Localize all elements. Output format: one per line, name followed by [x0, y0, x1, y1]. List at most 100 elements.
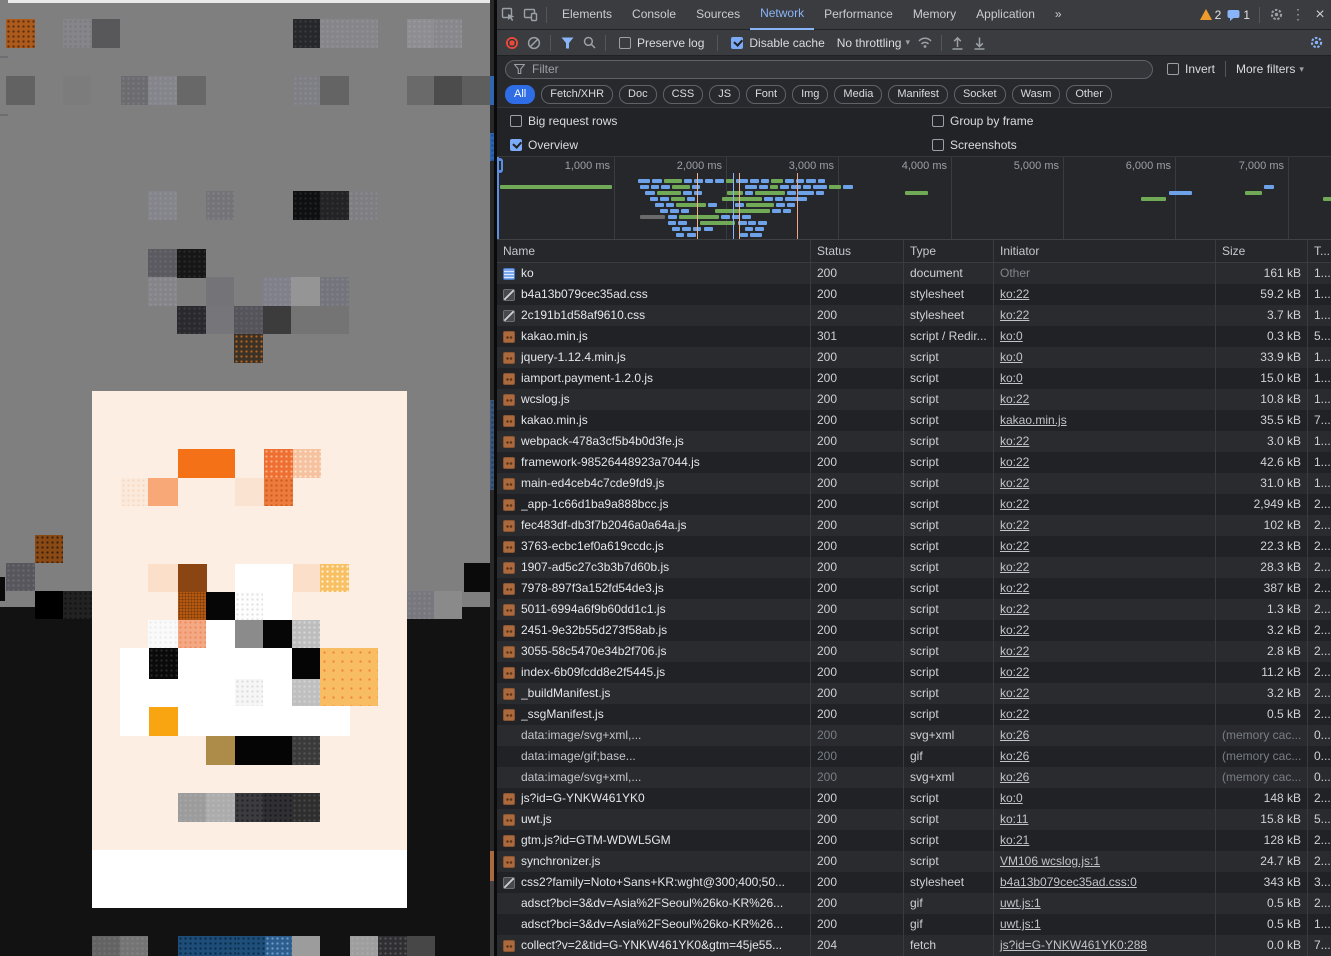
- network-overview-timeline[interactable]: 1,000 ms2,000 ms3,000 ms4,000 ms5,000 ms…: [497, 156, 1331, 240]
- network-conditions-icon[interactable]: [914, 32, 936, 54]
- request-row[interactable]: jquery-1.12.4.min.js200scriptko:033.9 kB…: [497, 347, 1331, 368]
- device-toolbar-icon[interactable]: [519, 4, 541, 26]
- request-row[interactable]: b4a13b079cec35ad.css200stylesheetko:2259…: [497, 284, 1331, 305]
- request-row[interactable]: index-6b09fcdd8e2f5445.js200scriptko:221…: [497, 662, 1331, 683]
- request-row[interactable]: wcslog.js200scriptko:2210.8 kB1...: [497, 389, 1331, 410]
- initiator-link[interactable]: ko:26: [1000, 728, 1029, 742]
- request-row[interactable]: uwt.js200scriptko:1115.8 kB5...: [497, 809, 1331, 830]
- tab-memory[interactable]: Memory: [903, 0, 966, 30]
- overview-checkbox[interactable]: Overview: [510, 137, 578, 153]
- request-row[interactable]: synchronizer.js200scriptVM106 wcslog.js:…: [497, 851, 1331, 872]
- initiator-link[interactable]: ko:26: [1000, 770, 1029, 784]
- initiator-link[interactable]: ko:22: [1000, 560, 1029, 574]
- initiator-link[interactable]: uwt.js:1: [1000, 917, 1041, 931]
- initiator-link[interactable]: VM106 wcslog.js:1: [1000, 854, 1100, 868]
- initiator-link[interactable]: ko:22: [1000, 602, 1029, 616]
- preserve-log-checkbox[interactable]: Preserve log: [619, 36, 704, 50]
- request-row[interactable]: fec483df-db3f7b2046a0a64a.js200scriptko:…: [497, 515, 1331, 536]
- initiator-link[interactable]: ko:0: [1000, 329, 1023, 343]
- initiator-link[interactable]: ko:22: [1000, 665, 1029, 679]
- initiator-link[interactable]: b4a13b079cec35ad.css:0: [1000, 875, 1137, 889]
- request-row[interactable]: 2451-9e32b55d273f58ab.js200scriptko:223.…: [497, 620, 1331, 641]
- filter-chip-js[interactable]: JS: [709, 85, 740, 104]
- record-button[interactable]: [501, 32, 523, 54]
- request-row[interactable]: 1907-ad5c27c3b3b7d60b.js200scriptko:2228…: [497, 557, 1331, 578]
- initiator-link[interactable]: ko:22: [1000, 686, 1029, 700]
- request-row[interactable]: webpack-478a3cf5b4b0d3fe.js200scriptko:2…: [497, 431, 1331, 452]
- kebab-menu-icon[interactable]: ⋮: [1287, 4, 1309, 26]
- tab-application[interactable]: Application: [966, 0, 1045, 30]
- tab-elements[interactable]: Elements: [552, 0, 622, 30]
- request-row[interactable]: adsct?bci=3&dv=Asia%2FSeoul%26ko-KR%26..…: [497, 893, 1331, 914]
- column-header-size[interactable]: Size: [1215, 240, 1307, 262]
- big-request-rows-checkbox[interactable]: Big request rows: [510, 113, 617, 129]
- initiator-link[interactable]: ko:11: [1000, 812, 1028, 826]
- filter-chip-socket[interactable]: Socket: [954, 85, 1006, 104]
- initiator-link[interactable]: js?id=G-YNKW461YK0:288: [1000, 938, 1147, 952]
- tab-performance[interactable]: Performance: [814, 0, 903, 30]
- close-devtools-icon[interactable]: ×: [1309, 4, 1331, 26]
- initiator-link[interactable]: ko:22: [1000, 308, 1029, 322]
- initiator-link[interactable]: ko:22: [1000, 539, 1029, 553]
- initiator-link[interactable]: kakao.min.js: [1000, 413, 1067, 427]
- request-row[interactable]: adsct?bci=3&dv=Asia%2FSeoul%26ko-KR%26..…: [497, 914, 1331, 935]
- initiator-link[interactable]: ko:22: [1000, 434, 1029, 448]
- network-settings-gear-icon[interactable]: [1305, 32, 1327, 54]
- overview-selection-grip[interactable]: [497, 158, 503, 173]
- request-row[interactable]: css2?family=Noto+Sans+KR:wght@300;400;50…: [497, 872, 1331, 893]
- initiator-link[interactable]: ko:22: [1000, 623, 1029, 637]
- filter-chip-font[interactable]: Font: [746, 85, 786, 104]
- initiator-link[interactable]: ko:22: [1000, 455, 1029, 469]
- column-header-initiator[interactable]: Initiator: [993, 240, 1215, 262]
- initiator-link[interactable]: ko:22: [1000, 581, 1029, 595]
- initiator-link[interactable]: ko:21: [1000, 833, 1029, 847]
- request-row[interactable]: data:image/svg+xml,...200svg+xmlko:26(me…: [497, 725, 1331, 746]
- request-row[interactable]: ko200documentOther161 kB1...: [497, 263, 1331, 284]
- request-row[interactable]: 5011-6994a6f9b60dd1c1.js200scriptko:221.…: [497, 599, 1331, 620]
- column-header-t[interactable]: T...: [1307, 240, 1331, 262]
- filter-toggle-icon[interactable]: [556, 32, 578, 54]
- issues-badge[interactable]: 1: [1227, 8, 1250, 22]
- filter-chip-media[interactable]: Media: [834, 85, 882, 104]
- initiator-link[interactable]: ko:22: [1000, 392, 1029, 406]
- request-row[interactable]: kakao.min.js301script / Redir...ko:00.3 …: [497, 326, 1331, 347]
- clear-button[interactable]: [523, 32, 545, 54]
- request-row[interactable]: 3763-ecbc1ef0a619ccdc.js200scriptko:2222…: [497, 536, 1331, 557]
- invert-checkbox[interactable]: Invert: [1167, 62, 1215, 76]
- filter-chip-doc[interactable]: Doc: [619, 85, 657, 104]
- export-har-icon[interactable]: [969, 32, 991, 54]
- tab-console[interactable]: Console: [622, 0, 686, 30]
- request-row[interactable]: _ssgManifest.js200scriptko:220.5 kB2...: [497, 704, 1331, 725]
- import-har-icon[interactable]: [947, 32, 969, 54]
- request-row[interactable]: kakao.min.js200scriptkakao.min.js35.5 kB…: [497, 410, 1331, 431]
- initiator-link[interactable]: ko:26: [1000, 749, 1029, 763]
- tab-network[interactable]: Network: [750, 0, 814, 30]
- more-filters-dropdown[interactable]: More filters ▾: [1236, 62, 1304, 76]
- request-row[interactable]: collect?v=2&tid=G-YNKW461YK0&gtm=45je55.…: [497, 935, 1331, 956]
- initiator-link[interactable]: uwt.js:1: [1000, 896, 1041, 910]
- inspect-element-icon[interactable]: [497, 4, 519, 26]
- initiator-link[interactable]: ko:22: [1000, 497, 1029, 511]
- request-row[interactable]: data:image/svg+xml,...200svg+xmlko:26(me…: [497, 767, 1331, 788]
- initiator-link[interactable]: ko:0: [1000, 791, 1023, 805]
- initiator-link[interactable]: ko:0: [1000, 371, 1023, 385]
- screenshots-checkbox[interactable]: Screenshots: [932, 137, 1017, 153]
- request-row[interactable]: _buildManifest.js200scriptko:223.2 kB2..…: [497, 683, 1331, 704]
- filter-chip-css[interactable]: CSS: [663, 85, 704, 104]
- initiator-link[interactable]: ko:22: [1000, 644, 1029, 658]
- request-row[interactable]: _app-1c66d1ba9a888bcc.js200scriptko:222,…: [497, 494, 1331, 515]
- column-header-type[interactable]: Type: [903, 240, 993, 262]
- request-row[interactable]: js?id=G-YNKW461YK0200scriptko:0148 kB2..…: [497, 788, 1331, 809]
- filter-input[interactable]: Filter: [505, 60, 1153, 79]
- error-badge[interactable]: 2: [1200, 8, 1222, 22]
- request-row[interactable]: data:image/gif;base...200gifko:26(memory…: [497, 746, 1331, 767]
- more-tabs-button[interactable]: »: [1045, 0, 1072, 30]
- requests-table-header[interactable]: NameStatusTypeInitiatorSizeT...: [497, 240, 1331, 263]
- request-row[interactable]: 2c191b1d58af9610.css200stylesheetko:223.…: [497, 305, 1331, 326]
- column-header-status[interactable]: Status: [810, 240, 903, 262]
- filter-chip-wasm[interactable]: Wasm: [1012, 85, 1061, 104]
- request-row[interactable]: iamport.payment-1.2.0.js200scriptko:015.…: [497, 368, 1331, 389]
- disable-cache-checkbox[interactable]: Disable cache: [731, 36, 824, 50]
- request-row[interactable]: 7978-897f3a152fd54de3.js200scriptko:2238…: [497, 578, 1331, 599]
- throttling-dropdown[interactable]: No throttling ▾: [837, 36, 910, 50]
